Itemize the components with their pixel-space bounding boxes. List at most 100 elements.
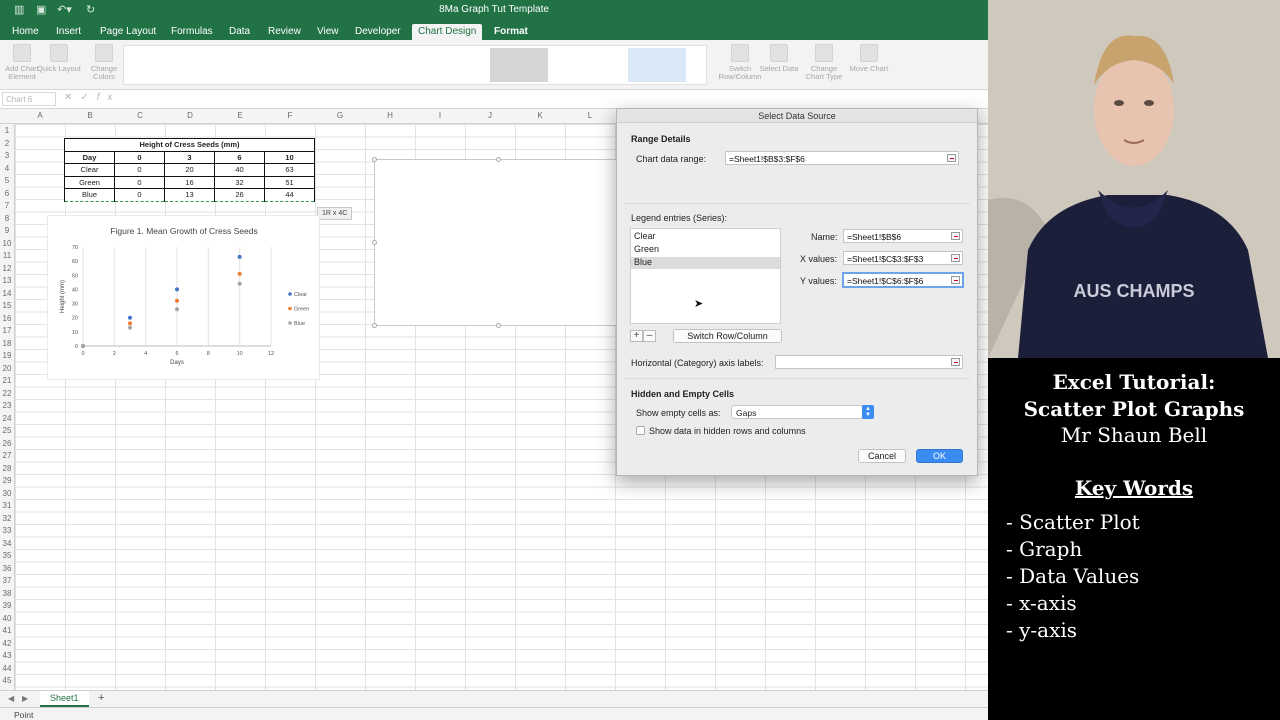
row-header[interactable]: 32 — [0, 514, 14, 523]
row-header[interactable]: 34 — [0, 539, 14, 548]
row-header[interactable]: 8 — [0, 214, 14, 223]
row-header[interactable]: 31 — [0, 501, 14, 510]
move-chart-button[interactable]: Move Chart — [847, 44, 891, 73]
row-header[interactable]: 36 — [0, 564, 14, 573]
row-header[interactable]: 26 — [0, 439, 14, 448]
row-header[interactable]: 37 — [0, 576, 14, 585]
select-data-button[interactable]: Select Data — [757, 44, 801, 73]
table-cell[interactable]: 40 — [214, 163, 265, 177]
table-title[interactable]: Height of Cress Seeds (mm) — [64, 138, 315, 152]
x-values-field[interactable]: =Sheet1!$C$3:$F$3 — [843, 251, 963, 265]
row-header[interactable]: 10 — [0, 239, 14, 248]
sheet-tab[interactable]: Sheet1 — [40, 691, 89, 707]
row-header[interactable]: 2 — [0, 139, 14, 148]
row-header[interactable]: 42 — [0, 639, 14, 648]
table-cell[interactable]: Green — [64, 175, 115, 189]
fx-label[interactable]: fx — [97, 92, 121, 103]
table-header-cell[interactable]: 3 — [164, 150, 215, 164]
column-header[interactable]: J — [465, 111, 515, 120]
quick-layout-button[interactable]: Quick Layout — [37, 44, 81, 73]
add-series-button[interactable]: + — [630, 330, 643, 342]
table-cell[interactable]: 51 — [264, 175, 315, 189]
column-header[interactable]: F — [265, 111, 315, 120]
row-header[interactable]: 15 — [0, 301, 14, 310]
table-cell[interactable]: 44 — [264, 188, 315, 202]
row-header[interactable]: 28 — [0, 464, 14, 473]
collapse-dialog-icon[interactable] — [951, 254, 960, 262]
change-chart-type-button[interactable]: Change Chart Type — [802, 44, 846, 81]
tab-page-layout[interactable]: Page Layout — [94, 24, 162, 40]
row-header[interactable]: 45 — [0, 676, 14, 685]
chart-style-thumbnail[interactable] — [628, 48, 686, 82]
collapse-dialog-icon[interactable] — [951, 358, 960, 366]
row-header[interactable]: 33 — [0, 526, 14, 535]
collapse-dialog-icon[interactable] — [951, 232, 960, 240]
collapse-dialog-icon[interactable] — [951, 276, 960, 284]
series-list[interactable]: Clear Green Blue — [630, 228, 781, 324]
show-hidden-data-checkbox[interactable] — [636, 426, 645, 435]
table-header-cell[interactable]: 0 — [114, 150, 165, 164]
series-item-clear[interactable]: Clear — [631, 231, 780, 243]
resize-handle[interactable] — [496, 323, 501, 328]
row-header[interactable]: 9 — [0, 226, 14, 235]
tab-developer[interactable]: Developer — [349, 24, 407, 40]
row-header[interactable]: 23 — [0, 401, 14, 410]
prev-sheet-icon[interactable]: ◀ — [8, 694, 14, 703]
column-header[interactable]: K — [515, 111, 565, 120]
row-header[interactable]: 16 — [0, 314, 14, 323]
column-header[interactable]: C — [115, 111, 165, 120]
table-cell[interactable]: 0 — [114, 175, 165, 189]
series-item-blue[interactable]: Blue — [631, 257, 780, 269]
tab-formulas[interactable]: Formulas — [165, 24, 219, 40]
row-header[interactable]: 19 — [0, 351, 14, 360]
table-cell[interactable]: 20 — [164, 163, 215, 177]
row-header[interactable]: 30 — [0, 489, 14, 498]
row-header[interactable]: 14 — [0, 289, 14, 298]
row-header[interactable]: 25 — [0, 426, 14, 435]
column-header[interactable]: G — [315, 111, 365, 120]
chart-data-range-field[interactable]: =Sheet1!$B$3:$F$6 — [725, 151, 959, 165]
cancel-button[interactable]: Cancel — [858, 449, 906, 463]
row-header[interactable]: 35 — [0, 551, 14, 560]
table-cell[interactable]: 13 — [164, 188, 215, 202]
row-header[interactable]: 3 — [0, 151, 14, 160]
tab-chart-design[interactable]: Chart Design — [412, 24, 483, 40]
tab-home[interactable]: Home — [6, 24, 45, 40]
table-cell[interactable]: 16 — [164, 175, 215, 189]
resize-handle[interactable] — [372, 323, 377, 328]
row-header[interactable]: 41 — [0, 626, 14, 635]
show-empty-cells-select[interactable]: Gaps ▲ ▼ — [731, 405, 874, 419]
collapse-dialog-icon[interactable] — [947, 154, 956, 162]
change-colors-button[interactable]: Change Colors — [82, 44, 126, 81]
tab-review[interactable]: Review — [262, 24, 307, 40]
scatter-chart[interactable]: Figure 1. Mean Growth of Cress Seeds 0 2 4 6… — [47, 215, 320, 380]
resize-handle[interactable] — [372, 157, 377, 162]
row-header[interactable]: 20 — [0, 364, 14, 373]
row-header[interactable]: 38 — [0, 589, 14, 598]
remove-series-button[interactable]: – — [643, 330, 656, 342]
tab-data[interactable]: Data — [223, 24, 256, 40]
column-header[interactable]: D — [165, 111, 215, 120]
table-cell[interactable]: 32 — [214, 175, 265, 189]
add-sheet-button[interactable]: + — [98, 692, 104, 704]
table-header-cell[interactable]: 10 — [264, 150, 315, 164]
row-header[interactable]: 1 — [0, 126, 14, 135]
cancel-icon[interactable]: ✕ — [64, 92, 80, 103]
row-header[interactable]: 18 — [0, 339, 14, 348]
column-header[interactable]: B — [65, 111, 115, 120]
row-header[interactable]: 22 — [0, 389, 14, 398]
column-header[interactable]: E — [215, 111, 265, 120]
tab-view[interactable]: View — [311, 24, 345, 40]
series-name-field[interactable]: =Sheet1!$B$6 — [843, 229, 963, 243]
resize-handle[interactable] — [496, 157, 501, 162]
resize-handle[interactable] — [372, 240, 377, 245]
row-header[interactable]: 27 — [0, 451, 14, 460]
row-header[interactable]: 21 — [0, 376, 14, 385]
row-header[interactable]: 5 — [0, 176, 14, 185]
row-header[interactable]: 44 — [0, 664, 14, 673]
row-header[interactable]: 17 — [0, 326, 14, 335]
row-header[interactable]: 24 — [0, 414, 14, 423]
table-header-cell[interactable]: Day — [64, 150, 115, 164]
tab-format[interactable]: Format — [488, 24, 534, 40]
chart-style-thumbnail[interactable] — [490, 48, 548, 82]
